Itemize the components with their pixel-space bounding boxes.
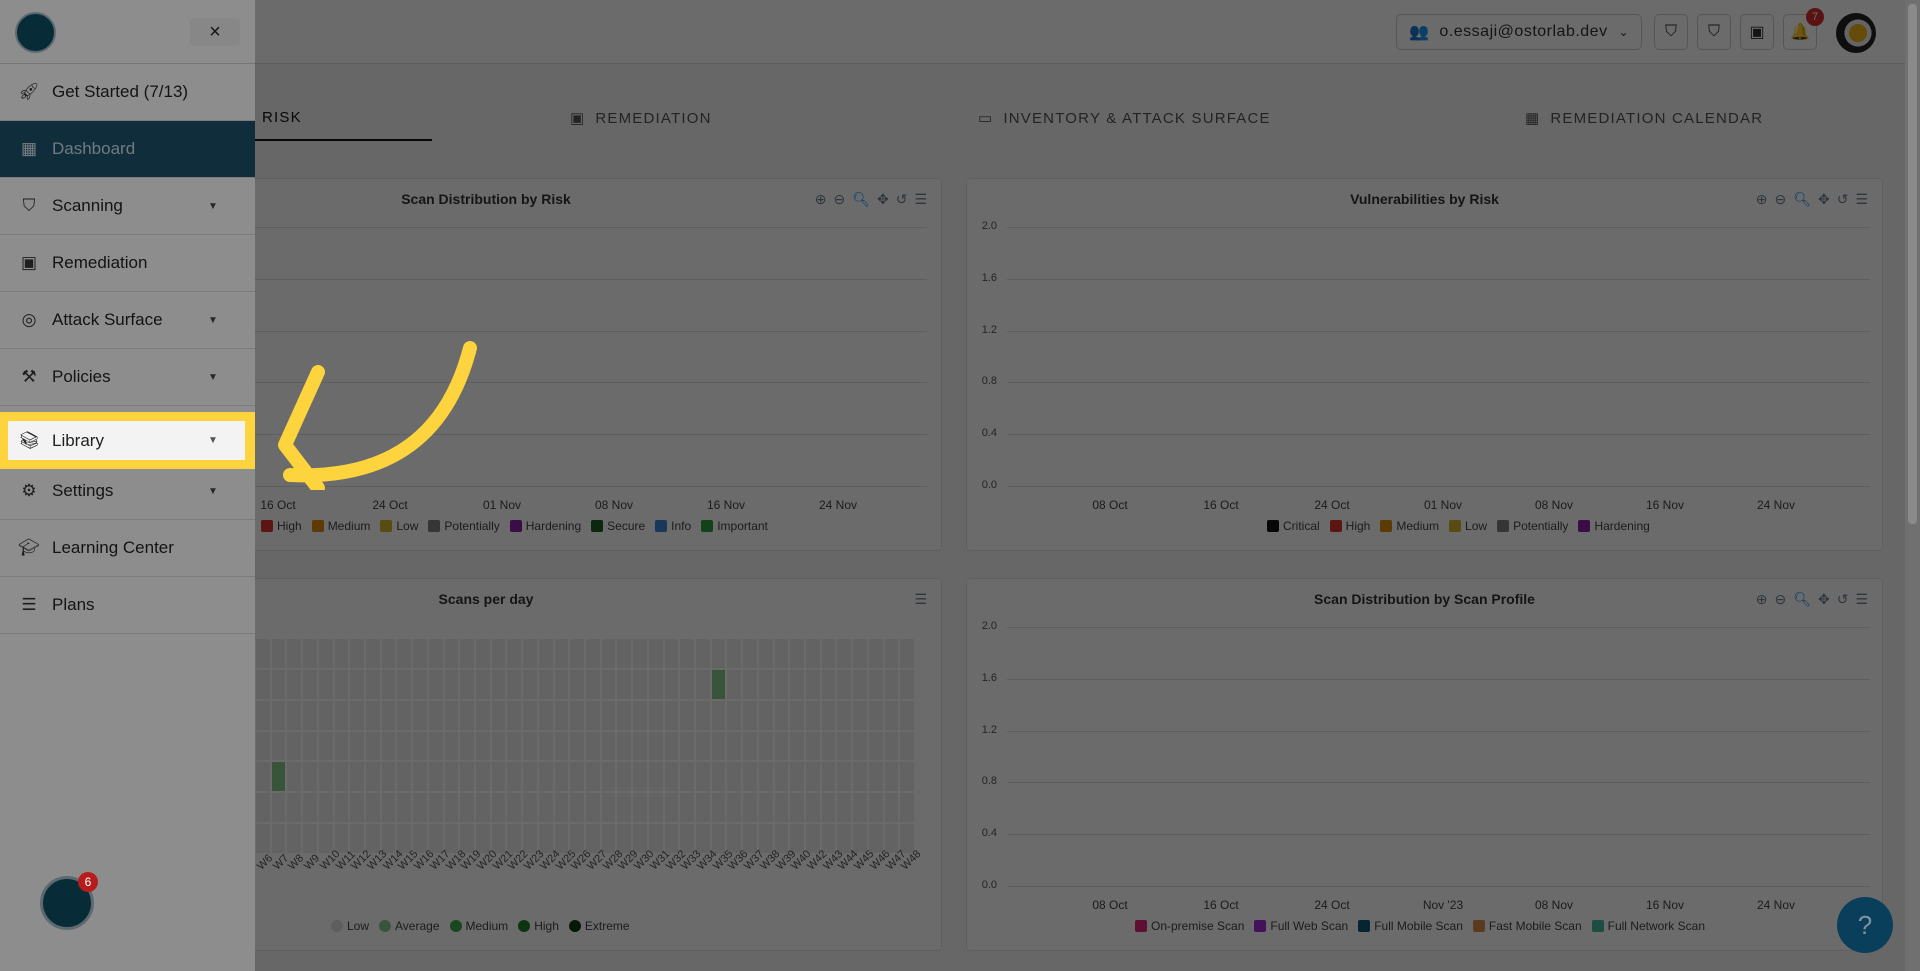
sidebar-item-label: Policies — [52, 367, 111, 386]
rocket-icon: 🚀︎ — [18, 82, 40, 101]
sidebar-item-plans[interactable]: ☰ Plans — [0, 577, 255, 634]
sidebar-item-scanning[interactable]: ⛉ Scanning ▼ — [0, 178, 255, 235]
radar-icon: ◎ — [21, 310, 37, 329]
sidebar-item-label: Attack Surface — [52, 310, 163, 329]
graduation-cap-icon: 🎓︎ — [18, 538, 40, 557]
sidebar-item-library[interactable]: 📚︎ Library ▼ — [8, 421, 245, 460]
shield-icon: ⛉ — [22, 196, 36, 215]
sidebar-item-label: Dashboard — [52, 139, 136, 158]
caret-down-icon: ▼ — [208, 485, 218, 497]
sidebar-item-label: Remediation — [52, 253, 148, 272]
sidebar: × 🚀︎ Get Started (7/13) ▦ Dashboard ⛉ Scannin… — [0, 0, 255, 971]
app: 👥 o.essaji@ostorlab.dev ⌄ ⛉ ⛉ ▣ 🔔 7 RISK… — [0, 0, 1920, 971]
ostorlab-logo[interactable] — [15, 12, 56, 53]
sidebar-item-label: Scanning — [52, 196, 123, 215]
page-scrollbar[interactable] — [1905, 0, 1920, 971]
sidebar-item-label: Settings — [52, 481, 114, 500]
scrollbar-thumb[interactable] — [1908, 4, 1917, 524]
ticket-icon: ▣ — [20, 253, 38, 272]
close-sidebar-button[interactable]: × — [190, 18, 240, 46]
receipt-icon: ☰ — [21, 595, 37, 614]
sidebar-item-label: Get Started (7/13) — [52, 82, 189, 101]
sidebar-item-policies[interactable]: ⚒ Policies ▼ — [0, 349, 255, 406]
sidebar-item-remediation[interactable]: ▣ Remediation — [0, 235, 255, 292]
dashboard-icon: ▦ — [20, 139, 38, 158]
sidebar-item-learning-center[interactable]: 🎓︎ Learning Center — [0, 520, 255, 577]
assistant-badge: 6 — [78, 872, 98, 892]
sidebar-item-attack-surface[interactable]: ◎ Attack Surface ▼ — [0, 292, 255, 349]
sidebar-item-label: Library — [52, 430, 104, 450]
annotation-arrow — [278, 341, 477, 490]
caret-down-icon: ▼ — [208, 200, 218, 212]
sidebar-item-get-started[interactable]: 🚀︎ Get Started (7/13) — [0, 64, 255, 121]
library-icon: 📚︎ — [18, 430, 40, 450]
sidebar-item-settings[interactable]: ⚙ Settings ▼ — [0, 463, 255, 520]
sidebar-item-dashboard[interactable]: ▦ Dashboard — [0, 121, 255, 178]
help-button[interactable]: ? — [1837, 897, 1893, 953]
sidebar-header: × — [0, 0, 255, 64]
caret-down-icon: ▼ — [208, 314, 218, 326]
sidebar-item-label: Learning Center — [52, 538, 174, 557]
gavel-icon: ⚒ — [21, 367, 37, 386]
caret-down-icon: ▼ — [208, 371, 218, 383]
gear-icon: ⚙ — [21, 481, 37, 500]
sidebar-item-label: Plans — [52, 595, 95, 614]
caret-down-icon: ▼ — [208, 435, 218, 446]
